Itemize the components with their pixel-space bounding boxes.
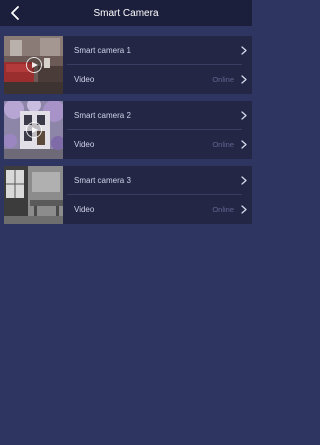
camera-thumbnail-3[interactable] <box>4 166 63 224</box>
camera-thumbnail-2[interactable] <box>4 101 63 159</box>
status-text: Online <box>212 205 234 214</box>
chevron-right-icon <box>241 75 247 84</box>
camera-name-row-2[interactable]: Smart camera 2 <box>63 101 252 130</box>
camera-name-row-3[interactable]: Smart camera 3 <box>63 166 252 195</box>
nav-bar: Smart Camera <box>0 0 252 26</box>
app-screen: Smart Camera Smart camera 1 Video Online… <box>0 0 252 445</box>
video-label: Video <box>74 140 95 149</box>
camera-name: Smart camera 3 <box>74 176 131 185</box>
chevron-right-icon <box>241 205 247 214</box>
camera-name: Smart camera 1 <box>74 46 131 55</box>
camera-card-3: Smart camera 3 Video Online <box>4 166 252 224</box>
status-text: Online <box>212 75 234 84</box>
play-icon[interactable] <box>26 122 42 138</box>
camera-video-row-2[interactable]: Video Online <box>63 130 252 159</box>
status-text: Online <box>212 140 234 149</box>
chevron-right-icon <box>241 111 247 120</box>
camera-video-row-1[interactable]: Video Online <box>63 65 252 94</box>
chevron-right-icon <box>241 140 247 149</box>
camera-name-row-1[interactable]: Smart camera 1 <box>63 36 252 65</box>
camera-3-snapshot-image <box>4 166 63 224</box>
play-icon[interactable] <box>26 57 42 73</box>
camera-card-1: Smart camera 1 Video Online <box>4 36 252 94</box>
camera-thumbnail-1[interactable] <box>4 36 63 94</box>
video-label: Video <box>74 75 95 84</box>
camera-name: Smart camera 2 <box>74 111 131 120</box>
chevron-right-icon <box>241 176 247 185</box>
video-label: Video <box>74 205 95 214</box>
camera-video-row-3[interactable]: Video Online <box>63 195 252 224</box>
page-title: Smart Camera <box>93 8 159 19</box>
camera-card-2: Smart camera 2 Video Online <box>4 101 252 159</box>
chevron-right-icon <box>241 46 247 55</box>
